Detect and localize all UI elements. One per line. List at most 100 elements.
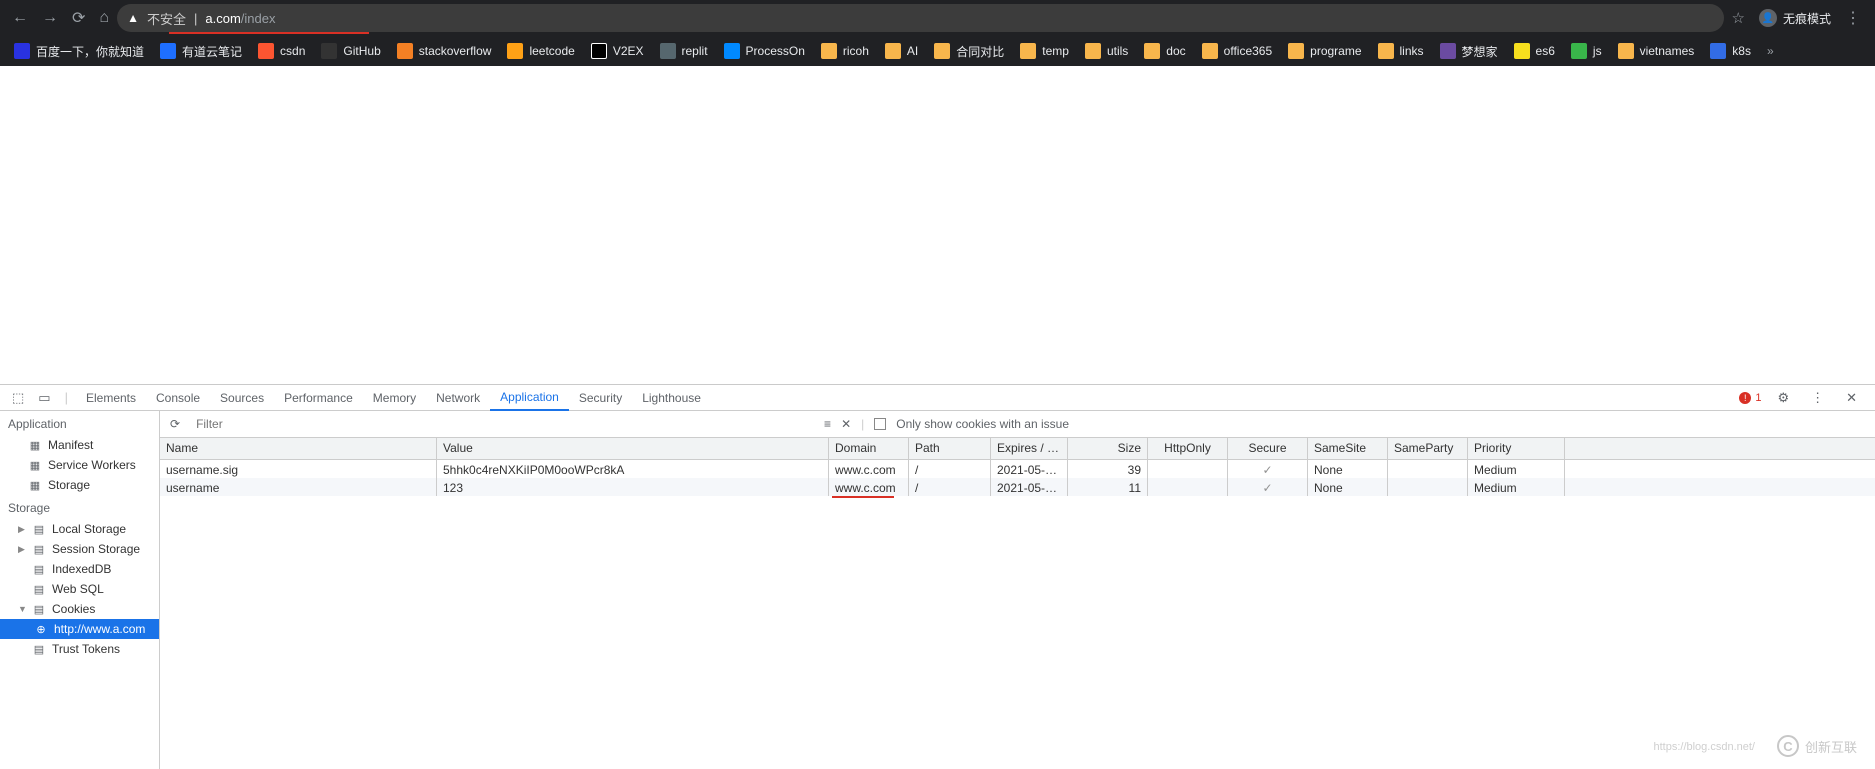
only-issue-checkbox[interactable] [874, 418, 886, 430]
sidebar-item[interactable]: ▦Service Workers [0, 455, 159, 475]
column-header[interactable]: Path [909, 438, 991, 459]
favicon-icon [1710, 43, 1726, 59]
sidebar-item[interactable]: ▶▤Local Storage [0, 519, 159, 539]
device-toggle-icon[interactable]: ▭ [32, 390, 56, 406]
favicon-icon [885, 43, 901, 59]
devtools-tab-application[interactable]: Application [490, 385, 569, 411]
bookmark-item[interactable]: replit [654, 43, 714, 59]
bookmark-item[interactable]: es6 [1508, 43, 1561, 59]
sidebar-cookie-origin[interactable]: ⊕http://www.a.com [0, 619, 159, 639]
bookmark-item[interactable]: office365 [1196, 43, 1279, 59]
more-dots-icon[interactable]: ⋮ [1805, 390, 1830, 406]
column-header[interactable]: HttpOnly [1148, 438, 1228, 459]
devtools-tab-memory[interactable]: Memory [363, 385, 426, 411]
menu-dots-icon[interactable]: ⋮ [1845, 8, 1861, 28]
devtools-tab-lighthouse[interactable]: Lighthouse [632, 385, 711, 411]
cell-secure: ✓ [1228, 478, 1308, 496]
bookmark-item[interactable]: links [1372, 43, 1430, 59]
cell-sameparty [1388, 460, 1468, 478]
column-header[interactable]: Priority [1468, 438, 1565, 459]
page-viewport [0, 66, 1875, 384]
bookmark-overflow-icon[interactable]: » [1761, 44, 1780, 58]
cell-httponly [1148, 460, 1228, 478]
refresh-icon[interactable]: ⟳ [166, 417, 184, 431]
cell-priority: Medium [1468, 478, 1565, 496]
table-row[interactable]: username123www.c.com/2021-05-20T0...11✓N… [160, 478, 1875, 496]
devtools-tab-performance[interactable]: Performance [274, 385, 363, 411]
incognito-icon: 👤 [1759, 9, 1777, 27]
bookmark-item[interactable]: vietnames [1612, 43, 1701, 59]
security-label: 不安全 [147, 9, 186, 28]
inspect-icon[interactable]: ⬚ [6, 390, 30, 406]
forward-icon[interactable]: → [42, 9, 58, 27]
cookie-icon: ⊕ [34, 623, 48, 636]
column-header[interactable]: Secure [1228, 438, 1308, 459]
close-icon[interactable]: ✕ [1840, 390, 1863, 406]
back-icon[interactable]: ← [12, 9, 28, 27]
devtools-tab-security[interactable]: Security [569, 385, 632, 411]
bookmark-item[interactable]: k8s [1704, 43, 1757, 59]
url-text: a.com/index [205, 11, 275, 26]
clear-icon[interactable]: ✕ [841, 417, 851, 431]
devtools-tab-console[interactable]: Console [146, 385, 210, 411]
column-header[interactable]: Size [1068, 438, 1148, 459]
bookmark-item[interactable]: 百度一下，你就知道 [8, 43, 150, 60]
warning-icon: ▲ [127, 11, 139, 25]
sidebar-item[interactable]: ▦Storage [0, 475, 159, 495]
cell-domain: www.c.com [829, 478, 909, 496]
annotation-underline [169, 32, 369, 34]
devtools-tab-sources[interactable]: Sources [210, 385, 274, 411]
favicon-icon [1571, 43, 1587, 59]
bookmark-item[interactable]: AI [879, 43, 924, 59]
bookmark-item[interactable]: csdn [252, 43, 311, 59]
sidebar-item[interactable]: ▤Web SQL [0, 579, 159, 599]
address-bar[interactable]: ▲ 不安全 | a.com/index [117, 4, 1723, 32]
table-row[interactable]: username.sig5hhk0c4reNXKiIP0M0ooWPcr8kAw… [160, 460, 1875, 478]
bookmark-item[interactable]: temp [1014, 43, 1075, 59]
devtools-tab-elements[interactable]: Elements [76, 385, 146, 411]
bookmark-item[interactable]: GitHub [315, 43, 386, 59]
bookmark-item[interactable]: programe [1282, 43, 1367, 59]
bookmark-item[interactable]: 有道云笔记 [154, 43, 248, 60]
sidebar-section: Application [0, 411, 159, 435]
watermark: C 创新互联 [1777, 735, 1857, 757]
cell-value: 5hhk0c4reNXKiIP0M0ooWPcr8kA [437, 460, 829, 478]
filter-icon[interactable]: ≡ [824, 417, 831, 431]
bookmark-item[interactable]: ricoh [815, 43, 875, 59]
sidebar-item[interactable]: ▦Manifest [0, 435, 159, 455]
column-header[interactable]: Name [160, 438, 437, 459]
error-badge[interactable]: !1 [1739, 392, 1761, 404]
sidebar-item[interactable]: ▶▤Session Storage [0, 539, 159, 559]
reload-icon[interactable]: ⟳ [72, 8, 85, 28]
column-header[interactable]: Value [437, 438, 829, 459]
sidebar-item[interactable]: ▤Trust Tokens [0, 639, 159, 659]
column-header[interactable]: SameParty [1388, 438, 1468, 459]
cell-name: username [160, 478, 437, 496]
sidebar-item[interactable]: ▤IndexedDB [0, 559, 159, 579]
bookmark-item[interactable]: ProcessOn [718, 43, 811, 59]
cell-size: 11 [1068, 478, 1148, 496]
column-header[interactable]: Expires / Max-... [991, 438, 1068, 459]
settings-gear-icon[interactable]: ⚙ [1771, 390, 1795, 406]
bookmark-item[interactable]: 合同对比 [928, 43, 1010, 60]
bookmark-item[interactable]: utils [1079, 43, 1134, 59]
favicon-icon [821, 43, 837, 59]
column-header[interactable]: SameSite [1308, 438, 1388, 459]
bookmark-item[interactable]: js [1565, 43, 1608, 59]
devtools-tab-network[interactable]: Network [426, 385, 490, 411]
bookmark-item[interactable]: 梦想家 [1434, 43, 1504, 60]
favicon-icon [660, 43, 676, 59]
item-icon: ▦ [28, 459, 42, 472]
caret-icon: ▼ [18, 604, 26, 614]
bookmark-item[interactable]: V2EX [585, 43, 650, 59]
bookmark-star-icon[interactable]: ☆ [1732, 9, 1745, 27]
bookmark-item[interactable]: leetcode [501, 43, 580, 59]
bookmark-item[interactable]: doc [1138, 43, 1191, 59]
favicon-icon [1085, 43, 1101, 59]
home-icon[interactable]: ⌂ [99, 9, 109, 27]
cell-value: 123 [437, 478, 829, 496]
sidebar-item[interactable]: ▼▤Cookies [0, 599, 159, 619]
column-header[interactable]: Domain [829, 438, 909, 459]
filter-input[interactable] [192, 415, 747, 433]
bookmark-item[interactable]: stackoverflow [391, 43, 498, 59]
